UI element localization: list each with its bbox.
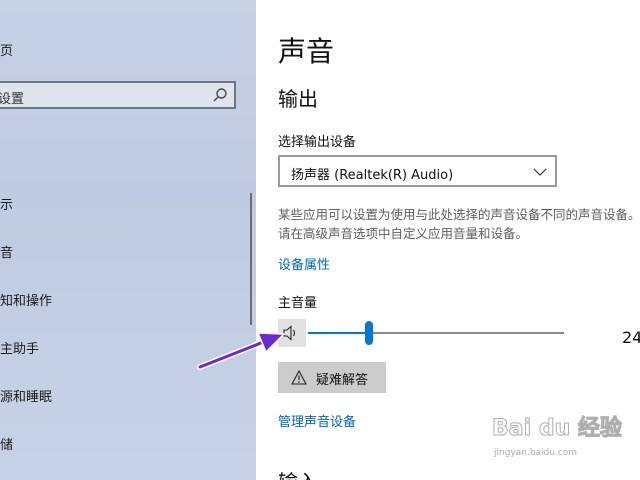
warning-icon bbox=[291, 370, 307, 385]
sidebar-item-sound[interactable]: 音 bbox=[0, 242, 13, 261]
sidebar: 页 设置 示 音 知和操作 主助手 源和睡眠 储 bbox=[0, 0, 256, 480]
output-device-value: 扬声器 (Realtek(R) Audio) bbox=[291, 168, 454, 183]
mute-toggle-button[interactable] bbox=[278, 319, 306, 347]
output-section-title: 输出 bbox=[278, 87, 318, 111]
search-input-text: 设置 bbox=[0, 92, 25, 107]
volume-slider-fill bbox=[308, 332, 370, 334]
output-device-dropdown[interactable]: 扬声器 (Realtek(R) Audio) bbox=[278, 155, 557, 187]
watermark-url: jingyan.baidu.com bbox=[494, 448, 578, 458]
manage-sound-devices-link[interactable]: 管理声音设备 bbox=[278, 411, 356, 430]
main-content: 声音 输出 选择输出设备 扬声器 (Realtek(R) Audio) 某些应用… bbox=[256, 0, 640, 480]
choose-output-device-label: 选择输出设备 bbox=[278, 135, 357, 150]
sidebar-item-focus-assist[interactable]: 主助手 bbox=[0, 338, 39, 357]
master-volume-label: 主音量 bbox=[278, 296, 318, 311]
sidebar-home-label[interactable]: 页 bbox=[0, 40, 13, 59]
output-description: 某些应用可以设置为使用与此处选择的声音设备不同的声音设备。请在高级声音选项中自定… bbox=[278, 207, 640, 241]
chevron-down-icon bbox=[533, 168, 547, 176]
sidebar-item-notifications[interactable]: 知和操作 bbox=[0, 290, 52, 309]
sidebar-scrollbar[interactable] bbox=[250, 193, 252, 325]
volume-value: 24 bbox=[622, 328, 640, 347]
watermark-logo: Bai du 经验 bbox=[492, 416, 623, 442]
speaker-icon bbox=[283, 325, 296, 341]
troubleshoot-button[interactable]: 疑难解答 bbox=[278, 362, 386, 393]
page-title: 声音 bbox=[278, 35, 335, 68]
volume-slider-thumb[interactable] bbox=[365, 321, 374, 345]
input-section-title: 输入 bbox=[278, 466, 318, 480]
settings-window: 页 设置 示 音 知和操作 主助手 源和睡眠 储 声音 输出 选择输出设备 扬声… bbox=[0, 0, 640, 480]
sidebar-item-power-sleep[interactable]: 源和睡眠 bbox=[0, 386, 52, 405]
search-icon[interactable] bbox=[212, 87, 228, 103]
sidebar-item-display[interactable]: 示 bbox=[0, 194, 13, 213]
troubleshoot-label: 疑难解答 bbox=[316, 373, 369, 388]
device-properties-link[interactable]: 设备属性 bbox=[278, 254, 330, 273]
search-input[interactable]: 设置 bbox=[0, 81, 236, 109]
watermark: Bai du 经验 jingyan.baidu.com bbox=[492, 410, 632, 466]
sidebar-item-storage[interactable]: 储 bbox=[0, 434, 13, 453]
